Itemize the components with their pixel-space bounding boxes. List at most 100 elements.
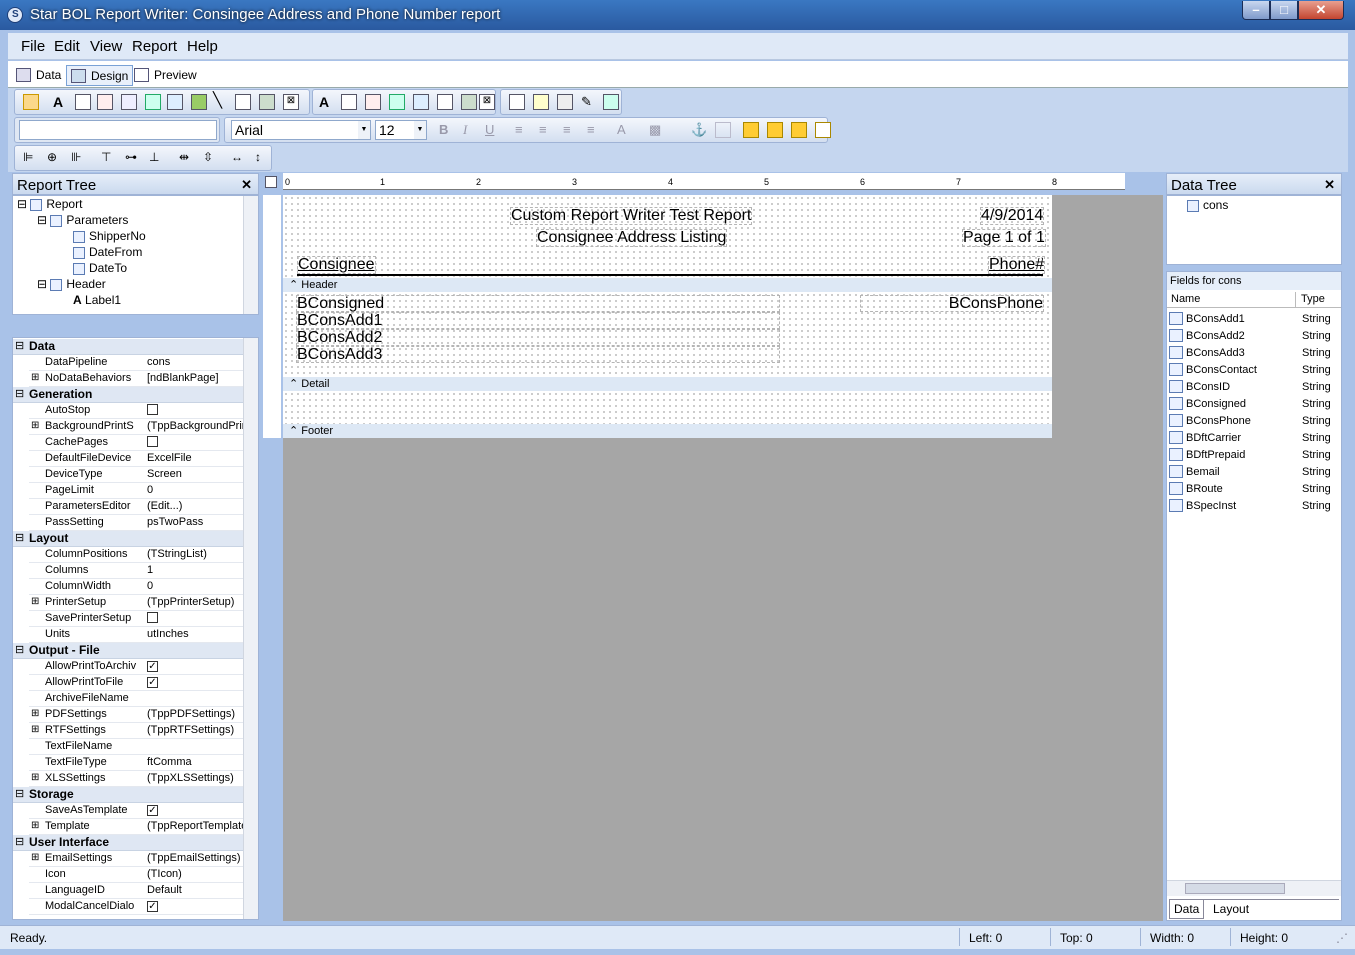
prop-parameterseditor[interactable]: ParametersEditor (Edit...) bbox=[29, 499, 243, 515]
tree-node-label1[interactable]: A Label1 bbox=[73, 293, 121, 309]
dbtext-bconsadd3[interactable]: BConsAdd3 bbox=[296, 346, 780, 363]
align-bottoms-icon[interactable]: ⊥ bbox=[149, 150, 165, 166]
font-name-select[interactable]: Arial ▼ bbox=[231, 120, 371, 140]
detail-band-bar[interactable]: ⌃ Detail bbox=[283, 377, 1052, 391]
paintbox-icon[interactable] bbox=[557, 94, 573, 110]
prop-value[interactable]: ExcelFile bbox=[147, 452, 255, 464]
variable-icon[interactable] bbox=[145, 94, 161, 110]
font-size-select[interactable]: 12 ▼ bbox=[375, 120, 427, 140]
prop-textfiletype[interactable]: TextFileType ftComma bbox=[29, 755, 243, 771]
header-divider-line[interactable] bbox=[297, 274, 1043, 276]
menu-edit[interactable]: Edit bbox=[54, 38, 80, 55]
fields-hscrollbar[interactable] bbox=[1167, 880, 1341, 896]
barcode-icon[interactable] bbox=[235, 94, 251, 110]
align-tops-icon[interactable]: ⊤ bbox=[101, 150, 117, 166]
cachepages-checkbox[interactable] bbox=[147, 436, 158, 447]
category-output-file[interactable]: Output - File bbox=[13, 643, 243, 659]
prop-value[interactable]: (TppEmailSettings) bbox=[147, 852, 255, 864]
prop-units[interactable]: Units utInches bbox=[29, 627, 243, 643]
field-row[interactable]: BConsID String bbox=[1169, 379, 1341, 396]
field-row[interactable]: BDftPrepaid String bbox=[1169, 447, 1341, 464]
expand-icon[interactable]: ⊞ bbox=[31, 772, 39, 783]
prop-autostop[interactable]: AutoStop bbox=[29, 403, 243, 419]
tab-data-tree-layout[interactable]: Layout bbox=[1213, 902, 1249, 916]
prop-value[interactable]: (TppXLSSettings) bbox=[147, 772, 255, 784]
maximize-button[interactable]: □ bbox=[1270, 1, 1298, 20]
prop-emailsettings[interactable]: ⊞ EmailSettings (TppEmailSettings) bbox=[29, 851, 243, 867]
footer-band[interactable] bbox=[283, 391, 1052, 424]
align-center-icon[interactable]: ≡ bbox=[539, 122, 555, 138]
justify-icon[interactable]: ≡ bbox=[587, 122, 603, 138]
prop-value[interactable]: ✓ bbox=[147, 676, 255, 688]
dbtext-bconsphone[interactable]: BConsPhone bbox=[860, 295, 1044, 312]
prop-columnpositions[interactable]: ColumnPositions (TStringList) bbox=[29, 547, 243, 563]
memo-icon[interactable] bbox=[75, 94, 91, 110]
category-user-interface[interactable]: User Interface bbox=[13, 835, 243, 851]
saveastemplate-checkbox[interactable]: ✓ bbox=[147, 805, 158, 816]
tab-data-tree-data[interactable]: Data bbox=[1169, 900, 1205, 919]
tee-icon[interactable] bbox=[603, 94, 619, 110]
align-right-icon[interactable]: ≡ bbox=[563, 122, 579, 138]
close-button[interactable]: ✕ bbox=[1298, 1, 1344, 20]
prop-value[interactable]: ✓ bbox=[147, 900, 255, 912]
space-vert-icon[interactable]: ⇳ bbox=[203, 150, 219, 166]
allowprinttofile-checkbox[interactable]: ✓ bbox=[147, 677, 158, 688]
prop-value[interactable]: psTwoPass bbox=[147, 516, 255, 528]
prop-modalcanceldialog[interactable]: ModalCancelDialo ✓ bbox=[29, 899, 243, 915]
border-icon[interactable] bbox=[715, 122, 731, 138]
prop-columnwidth[interactable]: ColumnWidth 0 bbox=[29, 579, 243, 595]
region-icon[interactable]: ⊠ bbox=[283, 94, 299, 110]
prop-value[interactable]: Default bbox=[147, 884, 255, 896]
close-icon[interactable]: ✕ bbox=[241, 177, 252, 193]
field-row[interactable]: BConsContact String bbox=[1169, 362, 1341, 379]
crosstab-icon[interactable] bbox=[259, 94, 275, 110]
send-back-icon[interactable] bbox=[767, 122, 783, 138]
prop-printersetup[interactable]: ⊞ PrinterSetup (TppPrinterSetup) bbox=[29, 595, 243, 611]
dbtext-bconsadd1[interactable]: BConsAdd1 bbox=[296, 312, 780, 329]
prop-value[interactable]: (Edit...) bbox=[147, 500, 255, 512]
field-row[interactable]: BConsigned String bbox=[1169, 396, 1341, 413]
dbcalc-icon[interactable] bbox=[389, 94, 405, 110]
component-edit-box[interactable] bbox=[19, 120, 217, 140]
prop-value[interactable]: cons bbox=[147, 356, 255, 368]
expand-icon[interactable]: ⊞ bbox=[31, 372, 39, 383]
tree-node-cons[interactable]: cons bbox=[1187, 198, 1228, 214]
underline-icon[interactable]: U bbox=[485, 122, 501, 138]
menu-view[interactable]: View bbox=[90, 38, 122, 55]
menu-file[interactable]: File bbox=[21, 38, 45, 55]
ruler-corner-icon[interactable] bbox=[265, 176, 277, 188]
prop-value[interactable]: ftComma bbox=[147, 756, 255, 768]
align-left-icon[interactable]: ≡ bbox=[515, 122, 531, 138]
prop-languageid[interactable]: LanguageID Default bbox=[29, 883, 243, 899]
expand-icon[interactable]: ⊞ bbox=[31, 596, 39, 607]
highlight-color-icon[interactable]: ▩ bbox=[649, 122, 665, 138]
prop-cachepages[interactable]: CachePages bbox=[29, 435, 243, 451]
prop-template[interactable]: ⊞ Template (TppReportTemplate) bbox=[29, 819, 251, 835]
select-icon[interactable] bbox=[23, 94, 39, 110]
prop-value[interactable]: 0 bbox=[147, 580, 255, 592]
prop-textfilename[interactable]: TextFileName bbox=[29, 739, 243, 755]
prop-defaultfiledevice[interactable]: DefaultFileDevice ExcelFile bbox=[29, 451, 243, 467]
size-height-icon[interactable]: ↕ bbox=[255, 150, 271, 166]
send-backward-icon[interactable] bbox=[815, 122, 831, 138]
saveprintersetup-checkbox[interactable] bbox=[147, 612, 158, 623]
italic-icon[interactable]: I bbox=[463, 122, 479, 138]
tree-node-dateto[interactable]: DateTo bbox=[73, 261, 127, 277]
anchor-icon[interactable]: ⚓ bbox=[691, 122, 707, 138]
bold-icon[interactable]: B bbox=[439, 122, 455, 138]
menu-help[interactable]: Help bbox=[187, 38, 218, 55]
expand-icon[interactable]: ⊞ bbox=[31, 820, 39, 831]
autostop-checkbox[interactable] bbox=[147, 404, 158, 415]
prop-saveprintersetup[interactable]: SavePrinterSetup bbox=[29, 611, 243, 627]
field-row[interactable]: BSpecInst String bbox=[1169, 498, 1341, 515]
prop-value[interactable] bbox=[147, 404, 255, 418]
field-row[interactable]: BDftCarrier String bbox=[1169, 430, 1341, 447]
prop-allowprinttoarchive[interactable]: AllowPrintToArchiv ✓ bbox=[29, 659, 243, 675]
category-storage[interactable]: Storage bbox=[13, 787, 243, 803]
pagebreak-icon[interactable] bbox=[533, 94, 549, 110]
space-horz-icon[interactable]: ⇹ bbox=[179, 150, 195, 166]
label-page-number[interactable]: Page 1 of 1 bbox=[962, 229, 1046, 247]
prop-rtfsettings[interactable]: ⊞ RTFSettings (TppRTFSettings) bbox=[29, 723, 243, 739]
image-icon[interactable] bbox=[167, 94, 183, 110]
category-generation[interactable]: Generation bbox=[13, 387, 243, 403]
